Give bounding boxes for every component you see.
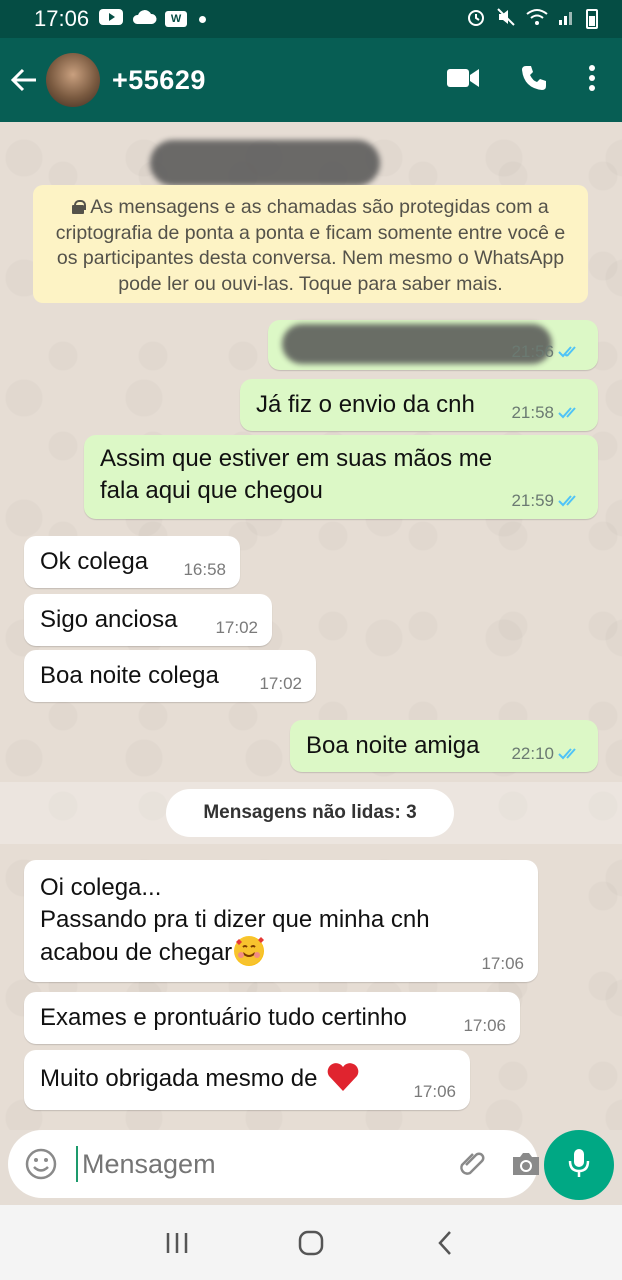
message-meta: 22:10	[511, 744, 584, 764]
message-bubble-incoming[interactable]: Sigo anciosa 17:02	[24, 594, 272, 646]
microphone-button[interactable]	[544, 1130, 614, 1200]
message-bubble-outgoing[interactable]: Assim que estiver em suas mãos me fala a…	[84, 435, 598, 519]
message-input[interactable]	[76, 1146, 436, 1182]
message-time: 17:06	[413, 1082, 456, 1101]
header-actions	[446, 64, 622, 97]
back-arrow-icon[interactable]	[2, 50, 46, 110]
phone-icon[interactable]	[520, 64, 548, 97]
message-time: 21:58	[511, 403, 554, 422]
double-check-icon	[558, 345, 584, 359]
message-text: Assim que estiver em suas mãos me fala a…	[100, 445, 493, 504]
message-text: Boa noite amiga	[306, 732, 480, 759]
recent-apps-icon[interactable]	[157, 1223, 197, 1263]
w-app-icon: W	[165, 11, 188, 27]
status-bar: 17:06 W	[0, 0, 622, 38]
message-bubble-incoming[interactable]: Muito obrigada mesmo de 17:06	[24, 1050, 470, 1110]
dot-icon	[199, 15, 207, 23]
mute-icon	[496, 7, 516, 32]
message-time: 21:56	[511, 342, 554, 361]
notification-icons: W	[99, 6, 207, 32]
more-vert-icon[interactable]	[588, 64, 596, 97]
message-bubble-outgoing[interactable]: Já fiz o envio da cnh 21:58	[240, 379, 598, 431]
wifi-icon	[526, 8, 548, 31]
message-bubble-incoming[interactable]: Boa noite colega 17:02	[24, 650, 316, 702]
signal-icon	[558, 8, 576, 31]
microphone-icon	[567, 1147, 591, 1184]
home-icon[interactable]	[291, 1223, 331, 1263]
message-composer	[8, 1130, 539, 1198]
system-nav-bar	[0, 1205, 622, 1280]
message-text: Sigo anciosa	[40, 606, 178, 633]
message-text: Muito obrigada mesmo de	[40, 1065, 318, 1092]
emoji-icon[interactable]	[24, 1147, 58, 1181]
video-call-icon[interactable]	[446, 66, 480, 95]
red-heart-icon	[326, 1062, 360, 1092]
double-check-icon	[558, 406, 584, 420]
avatar[interactable]	[46, 53, 100, 107]
message-time: 17:02	[215, 618, 258, 637]
double-check-icon	[558, 747, 584, 761]
message-bubble-incoming[interactable]: Exames e prontuário tudo certinho 17:06	[24, 992, 520, 1044]
message-text: Exames e prontuário tudo certinho	[40, 1004, 407, 1031]
battery-icon	[586, 9, 598, 29]
encryption-notice[interactable]: As mensagens e as chamadas são protegida…	[33, 185, 588, 303]
message-text-line: Passando pra ti dizer que minha cnh	[40, 906, 430, 933]
unread-messages-label: Mensagens não lidas: 3	[166, 789, 454, 837]
chat-header: +55629	[0, 38, 622, 122]
message-bubble-outgoing[interactable]: 21:56	[268, 320, 598, 370]
message-time: 22:10	[511, 744, 554, 763]
message-meta: 21:56	[511, 342, 584, 362]
lock-icon	[72, 200, 87, 214]
message-meta: 21:59	[511, 491, 584, 511]
message-bubble-incoming[interactable]: Ok colega 16:58	[24, 536, 240, 588]
double-check-icon	[558, 494, 584, 508]
smiling-face-with-hearts-icon	[234, 936, 265, 966]
message-text: Ok colega	[40, 548, 149, 575]
message-text-line: acabou de chegar	[40, 939, 233, 966]
back-nav-icon[interactable]	[425, 1223, 465, 1263]
message-time: 17:02	[259, 674, 302, 693]
message-meta: 21:58	[511, 403, 584, 423]
paperclip-icon[interactable]	[458, 1146, 488, 1182]
message-time: 21:59	[511, 491, 554, 510]
message-bubble-outgoing[interactable]: Boa noite amiga 22:10	[290, 720, 598, 772]
message-time: 17:06	[463, 1016, 506, 1035]
contact-name[interactable]: +55629	[112, 65, 206, 96]
system-icons	[466, 7, 598, 32]
message-text: Boa noite colega	[40, 662, 219, 689]
camera-icon[interactable]	[510, 1146, 542, 1182]
alarm-icon	[466, 7, 486, 32]
encryption-notice-text: As mensagens e as chamadas são protegida…	[55, 196, 566, 295]
cloud-icon	[131, 6, 157, 32]
redaction-scribble	[150, 140, 380, 186]
message-bubble-incoming[interactable]: Oi colega... Passando pra ti dizer que m…	[24, 860, 538, 982]
chat-area[interactable]: As mensagens e as chamadas são protegida…	[0, 122, 622, 1130]
status-time: 17:06	[34, 6, 90, 31]
message-time: 16:58	[183, 560, 226, 579]
youtube-icon	[99, 6, 124, 32]
message-text: Já fiz o envio da cnh	[256, 391, 475, 418]
message-text-line: Oi colega...	[40, 874, 162, 901]
message-time: 17:06	[481, 954, 524, 973]
